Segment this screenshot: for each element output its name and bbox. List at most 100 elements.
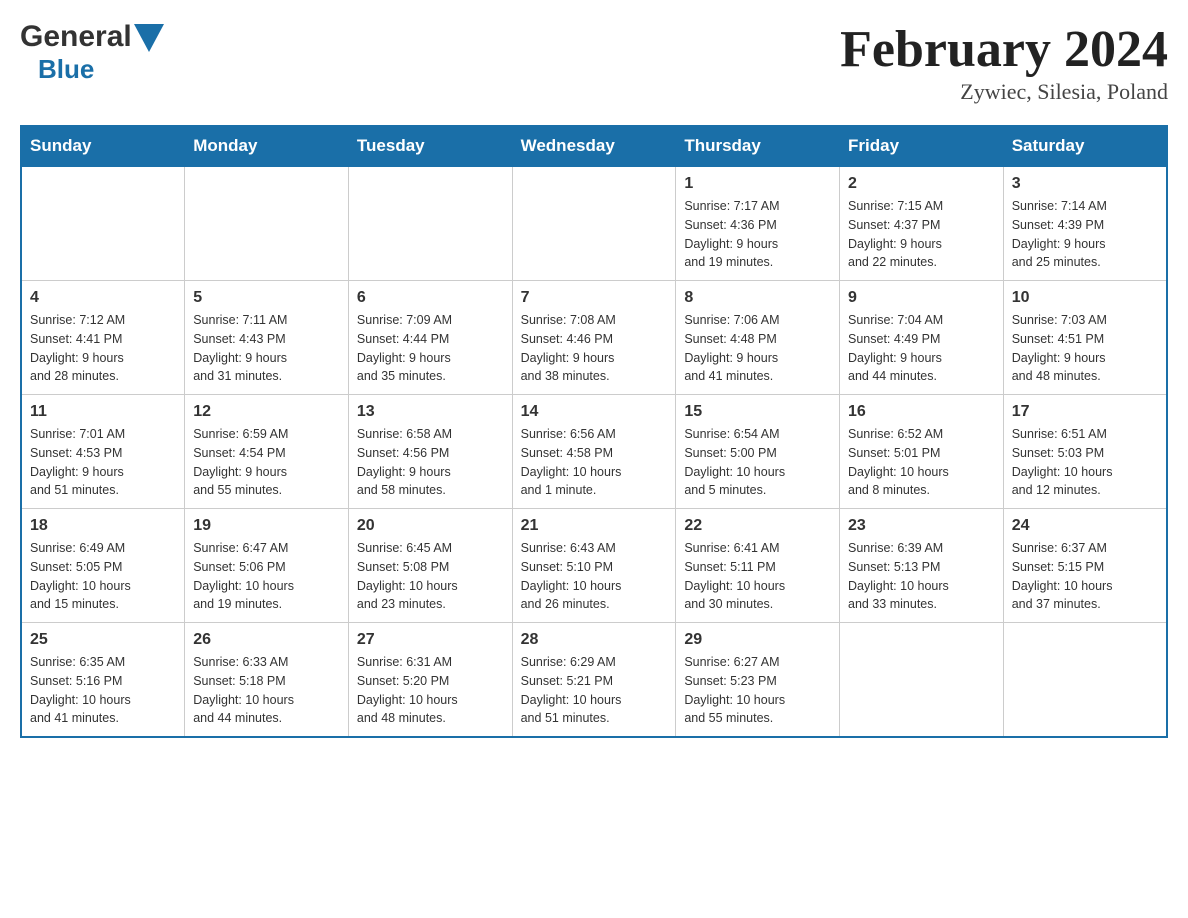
weekday-header-friday: Friday <box>840 126 1004 167</box>
day-info: Sunrise: 6:39 AM Sunset: 5:13 PM Dayligh… <box>848 539 995 614</box>
calendar-table: SundayMondayTuesdayWednesdayThursdayFrid… <box>20 125 1168 738</box>
calendar-cell <box>185 167 349 281</box>
day-info: Sunrise: 6:54 AM Sunset: 5:00 PM Dayligh… <box>684 425 831 500</box>
day-info: Sunrise: 6:45 AM Sunset: 5:08 PM Dayligh… <box>357 539 504 614</box>
logo: General Blue <box>20 20 164 85</box>
day-number: 15 <box>684 403 831 421</box>
title-section: February 2024 Zywiec, Silesia, Poland <box>840 20 1168 105</box>
day-number: 26 <box>193 631 340 649</box>
weekday-header-tuesday: Tuesday <box>348 126 512 167</box>
calendar-week-row: 18 Sunrise: 6:49 AM Sunset: 5:05 PM Dayli… <box>21 509 1167 623</box>
day-number: 10 <box>1012 289 1158 307</box>
calendar-header-row: SundayMondayTuesdayWednesdayThursdayFrid… <box>21 126 1167 167</box>
calendar-cell: 23 Sunrise: 6:39 AM Sunset: 5:13 PM Dayli… <box>840 509 1004 623</box>
day-info: Sunrise: 6:59 AM Sunset: 4:54 PM Dayligh… <box>193 425 340 500</box>
day-info: Sunrise: 7:11 AM Sunset: 4:43 PM Dayligh… <box>193 311 340 386</box>
day-info: Sunrise: 7:06 AM Sunset: 4:48 PM Dayligh… <box>684 311 831 386</box>
day-info: Sunrise: 6:35 AM Sunset: 5:16 PM Dayligh… <box>30 653 176 728</box>
calendar-cell: 16Sunrise: 6:52 AM Sunset: 5:01 PM Dayli… <box>840 395 1004 509</box>
day-info: Sunrise: 6:51 AM Sunset: 5:03 PM Dayligh… <box>1012 425 1158 500</box>
weekday-header-monday: Monday <box>185 126 349 167</box>
day-info: Sunrise: 7:15 AM Sunset: 4:37 PM Dayligh… <box>848 197 995 272</box>
day-info: Sunrise: 6:37 AM Sunset: 5:15 PM Dayligh… <box>1012 539 1158 614</box>
calendar-cell: 18 Sunrise: 6:49 AM Sunset: 5:05 PM Dayli… <box>21 509 185 623</box>
day-number: 20 <box>357 517 504 535</box>
calendar-cell: 29Sunrise: 6:27 AM Sunset: 5:23 PM Dayli… <box>676 623 840 738</box>
day-info: Sunrise: 6:33 AM Sunset: 5:18 PM Dayligh… <box>193 653 340 728</box>
day-number: 11 <box>30 403 176 421</box>
calendar-cell: 15 Sunrise: 6:54 AM Sunset: 5:00 PM Dayli… <box>676 395 840 509</box>
day-number: 9 <box>848 289 995 307</box>
day-number: 7 <box>521 289 668 307</box>
logo-general-text: General <box>20 20 132 54</box>
day-number: 16 <box>848 403 995 421</box>
weekday-header-saturday: Saturday <box>1003 126 1167 167</box>
calendar-cell: 8Sunrise: 7:06 AM Sunset: 4:48 PM Daylig… <box>676 281 840 395</box>
calendar-cell: 27Sunrise: 6:31 AM Sunset: 5:20 PM Dayli… <box>348 623 512 738</box>
calendar-cell: 10 Sunrise: 7:03 AM Sunset: 4:51 PM Dayli… <box>1003 281 1167 395</box>
location: Zywiec, Silesia, Poland <box>840 79 1168 105</box>
calendar-cell: 22 Sunrise: 6:41 AM Sunset: 5:11 PM Dayli… <box>676 509 840 623</box>
calendar-cell: 24 Sunrise: 6:37 AM Sunset: 5:15 PM Dayli… <box>1003 509 1167 623</box>
logo-triangle-icon <box>134 24 164 52</box>
day-info: Sunrise: 6:29 AM Sunset: 5:21 PM Dayligh… <box>521 653 668 728</box>
day-info: Sunrise: 6:49 AM Sunset: 5:05 PM Dayligh… <box>30 539 176 614</box>
calendar-cell: 2Sunrise: 7:15 AM Sunset: 4:37 PM Daylig… <box>840 167 1004 281</box>
day-number: 29 <box>684 631 831 649</box>
calendar-cell: 3 Sunrise: 7:14 AM Sunset: 4:39 PM Daylig… <box>1003 167 1167 281</box>
calendar-cell: 9 Sunrise: 7:04 AM Sunset: 4:49 PM Daylig… <box>840 281 1004 395</box>
calendar-cell: 26 Sunrise: 6:33 AM Sunset: 5:18 PM Dayli… <box>185 623 349 738</box>
calendar-cell <box>348 167 512 281</box>
day-info: Sunrise: 7:03 AM Sunset: 4:51 PM Dayligh… <box>1012 311 1158 386</box>
weekday-header-wednesday: Wednesday <box>512 126 676 167</box>
day-number: 25 <box>30 631 176 649</box>
day-info: Sunrise: 7:14 AM Sunset: 4:39 PM Dayligh… <box>1012 197 1158 272</box>
calendar-cell: 6 Sunrise: 7:09 AM Sunset: 4:44 PM Daylig… <box>348 281 512 395</box>
calendar-cell: 5 Sunrise: 7:11 AM Sunset: 4:43 PM Daylig… <box>185 281 349 395</box>
calendar-cell: 7 Sunrise: 7:08 AM Sunset: 4:46 PM Daylig… <box>512 281 676 395</box>
day-number: 23 <box>848 517 995 535</box>
day-number: 3 <box>1012 175 1158 193</box>
day-info: Sunrise: 6:47 AM Sunset: 5:06 PM Dayligh… <box>193 539 340 614</box>
day-number: 17 <box>1012 403 1158 421</box>
day-number: 12 <box>193 403 340 421</box>
day-info: Sunrise: 6:41 AM Sunset: 5:11 PM Dayligh… <box>684 539 831 614</box>
day-info: Sunrise: 7:08 AM Sunset: 4:46 PM Dayligh… <box>521 311 668 386</box>
day-number: 18 <box>30 517 176 535</box>
calendar-cell: 21 Sunrise: 6:43 AM Sunset: 5:10 PM Dayli… <box>512 509 676 623</box>
weekday-header-sunday: Sunday <box>21 126 185 167</box>
calendar-cell: 1Sunrise: 7:17 AM Sunset: 4:36 PM Daylig… <box>676 167 840 281</box>
day-number: 6 <box>357 289 504 307</box>
calendar-cell: 13Sunrise: 6:58 AM Sunset: 4:56 PM Dayli… <box>348 395 512 509</box>
day-number: 5 <box>193 289 340 307</box>
calendar-cell: 12 Sunrise: 6:59 AM Sunset: 4:54 PM Dayli… <box>185 395 349 509</box>
calendar-week-row: 11Sunrise: 7:01 AM Sunset: 4:53 PM Dayli… <box>21 395 1167 509</box>
day-number: 14 <box>521 403 668 421</box>
calendar-cell: 17 Sunrise: 6:51 AM Sunset: 5:03 PM Dayli… <box>1003 395 1167 509</box>
logo-blue-text: Blue <box>38 54 94 84</box>
day-number: 22 <box>684 517 831 535</box>
page-header: General Blue February 2024 Zywiec, Siles… <box>20 20 1168 105</box>
calendar-cell <box>512 167 676 281</box>
weekday-header-thursday: Thursday <box>676 126 840 167</box>
calendar-cell <box>840 623 1004 738</box>
day-number: 28 <box>521 631 668 649</box>
day-info: Sunrise: 7:12 AM Sunset: 4:41 PM Dayligh… <box>30 311 176 386</box>
calendar-cell: 11Sunrise: 7:01 AM Sunset: 4:53 PM Dayli… <box>21 395 185 509</box>
day-number: 21 <box>521 517 668 535</box>
calendar-week-row: 1Sunrise: 7:17 AM Sunset: 4:36 PM Daylig… <box>21 167 1167 281</box>
day-info: Sunrise: 6:43 AM Sunset: 5:10 PM Dayligh… <box>521 539 668 614</box>
calendar-cell <box>21 167 185 281</box>
day-info: Sunrise: 6:58 AM Sunset: 4:56 PM Dayligh… <box>357 425 504 500</box>
calendar-cell <box>1003 623 1167 738</box>
day-info: Sunrise: 7:09 AM Sunset: 4:44 PM Dayligh… <box>357 311 504 386</box>
day-info: Sunrise: 6:56 AM Sunset: 4:58 PM Dayligh… <box>521 425 668 500</box>
day-number: 24 <box>1012 517 1158 535</box>
day-number: 4 <box>30 289 176 307</box>
calendar-week-row: 4 Sunrise: 7:12 AM Sunset: 4:41 PM Daylig… <box>21 281 1167 395</box>
calendar-week-row: 25 Sunrise: 6:35 AM Sunset: 5:16 PM Dayli… <box>21 623 1167 738</box>
calendar-cell: 28 Sunrise: 6:29 AM Sunset: 5:21 PM Dayli… <box>512 623 676 738</box>
calendar-cell: 20 Sunrise: 6:45 AM Sunset: 5:08 PM Dayli… <box>348 509 512 623</box>
day-info: Sunrise: 7:04 AM Sunset: 4:49 PM Dayligh… <box>848 311 995 386</box>
month-title: February 2024 <box>840 20 1168 79</box>
